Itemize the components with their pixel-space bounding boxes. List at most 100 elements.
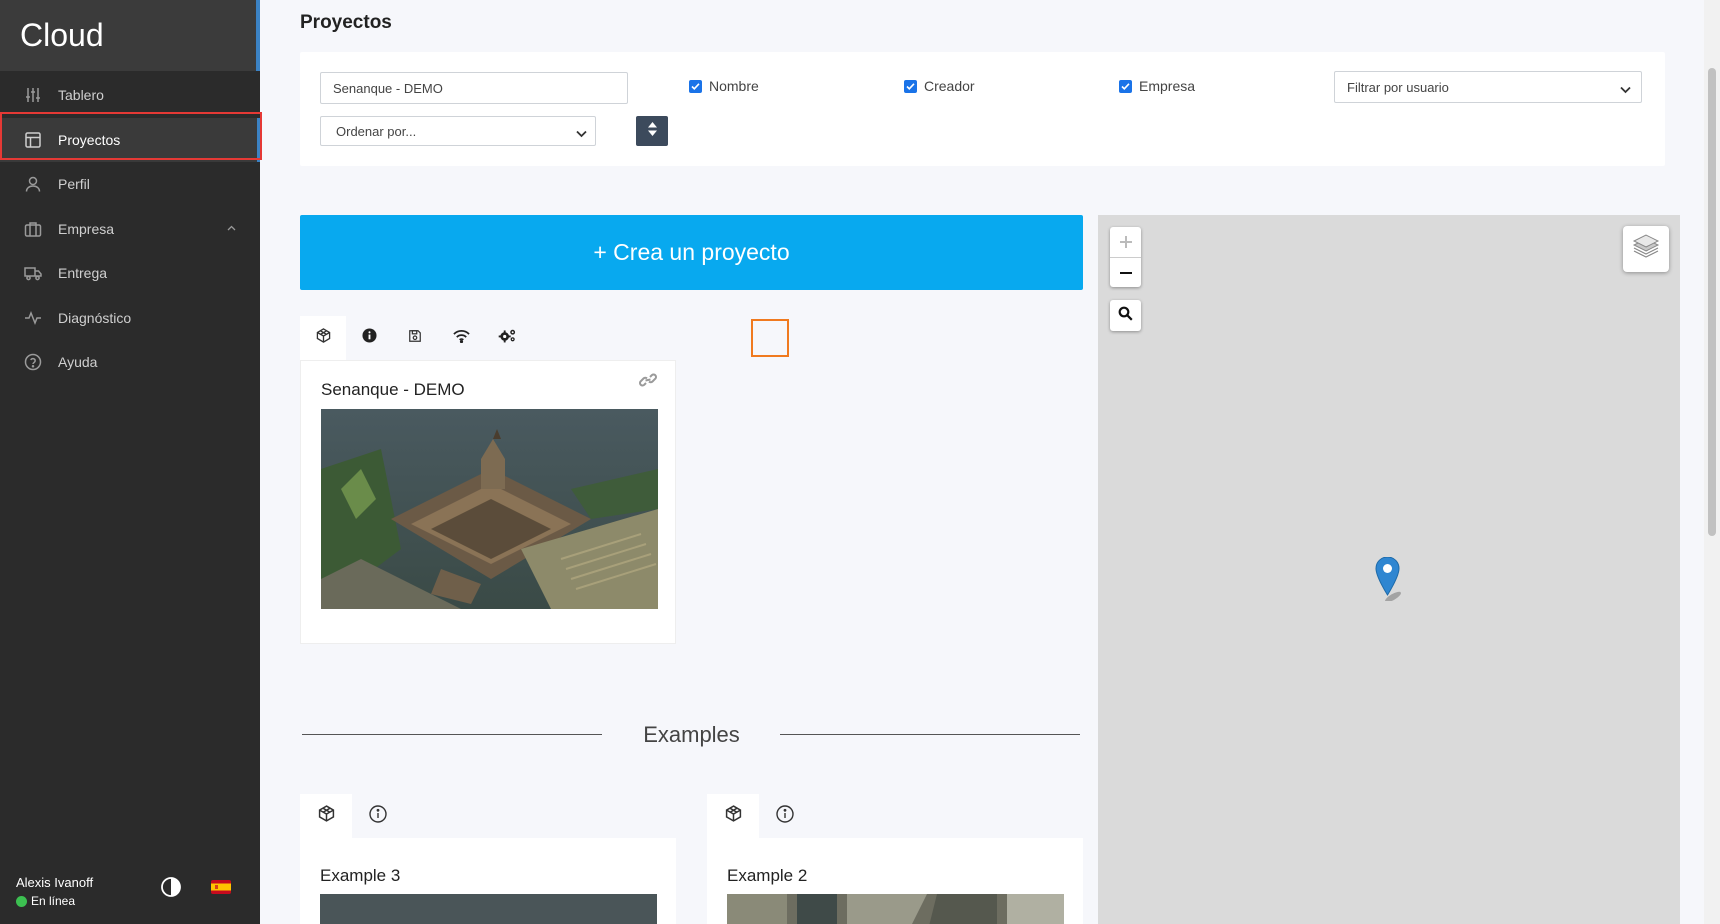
sort-select[interactable]: Ordenar por...	[320, 116, 596, 146]
sidebar-item-label: Tablero	[58, 87, 104, 103]
example-2-tabs	[707, 794, 811, 838]
tab-info[interactable]	[346, 316, 392, 360]
info-filled-icon	[361, 328, 377, 348]
user-status-label: En línea	[31, 894, 76, 908]
create-project-button[interactable]: + Crea un proyecto	[300, 215, 1083, 290]
checkbox-label: Nombre	[709, 78, 759, 94]
project-card[interactable]: Senanque - DEMO	[300, 360, 676, 644]
sidebar-item-perfil[interactable]: Perfil	[0, 162, 260, 206]
link-icon[interactable]	[639, 373, 657, 392]
tab-selection-highlight	[751, 319, 789, 357]
info-circle-icon	[369, 804, 387, 828]
sidebar-item-tablero[interactable]: Tablero	[0, 73, 260, 117]
search-icon	[1118, 306, 1133, 326]
contrast-toggle-icon[interactable]	[161, 877, 181, 897]
example-thumbnail[interactable]	[727, 894, 1064, 924]
checkbox-checked-icon	[1119, 79, 1132, 93]
online-dot-icon	[16, 895, 27, 907]
tab-3d-viewer[interactable]	[300, 794, 352, 838]
cube-icon	[318, 805, 335, 827]
sidebar-item-label: Ayuda	[58, 354, 98, 370]
examples-divider: Examples	[300, 722, 1083, 748]
map-marker-icon[interactable]	[1375, 556, 1409, 606]
scrollbar-thumb[interactable]	[1708, 68, 1716, 536]
main-content: Proyectos Nombre Creador Empresa Filtrar…	[260, 0, 1720, 924]
example-name: Example 3	[320, 866, 401, 885]
chevron-down-icon	[1620, 82, 1631, 97]
tab-settings[interactable]	[484, 316, 530, 360]
zoom-in-button[interactable]	[1110, 227, 1141, 257]
examples-title-text: Examples	[637, 722, 746, 747]
brand-title: Cloud	[20, 17, 104, 53]
layout-icon	[24, 131, 42, 149]
example-name: Example 2	[727, 866, 808, 885]
sort-select-value: Ordenar por...	[336, 123, 417, 139]
tab-3d-viewer[interactable]	[300, 316, 346, 360]
truck-icon	[24, 264, 42, 282]
sidebar-item-label: Proyectos	[58, 131, 121, 148]
sidebar-item-label: Perfil	[58, 176, 90, 192]
user-filter-select[interactable]: Filtrar por usuario	[1334, 71, 1642, 103]
project-name: Senanque - DEMO	[321, 380, 465, 399]
example-thumbnail[interactable]	[320, 894, 657, 924]
user-name: Alexis Ivanoff	[16, 875, 94, 890]
user-filter-value: Filtrar por usuario	[1347, 79, 1449, 95]
tab-info[interactable]	[352, 794, 404, 838]
sliders-icon	[24, 86, 42, 104]
tab-save[interactable]	[392, 316, 438, 360]
cube-icon	[316, 328, 331, 348]
cube-icon	[725, 805, 742, 827]
brand: Cloud	[0, 0, 260, 71]
tab-wifi[interactable]	[438, 316, 484, 360]
spain-flag-icon[interactable]	[211, 880, 231, 894]
sidebar-item-empresa[interactable]: Empresa	[0, 207, 260, 251]
sidebar: Cloud Tablero Proyectos Perfil Empresa E…	[0, 0, 262, 924]
briefcase-icon	[24, 220, 42, 238]
example-card[interactable]: Example 2	[707, 838, 1083, 924]
empresa-checkbox[interactable]: Empresa	[1119, 78, 1195, 94]
sidebar-item-label: Diagnóstico	[58, 309, 132, 326]
creador-checkbox[interactable]: Creador	[904, 78, 975, 94]
zoom-control	[1110, 227, 1141, 287]
checkbox-label: Empresa	[1139, 78, 1196, 94]
tab-3d-viewer[interactable]	[707, 794, 759, 838]
checkbox-checked-icon	[904, 79, 917, 93]
examples-title: Examples	[300, 722, 1083, 748]
page-title: Proyectos	[300, 12, 392, 33]
filter-card: Nombre Creador Empresa Filtrar por usuar…	[300, 52, 1665, 166]
sidebar-item-entrega[interactable]: Entrega	[0, 251, 260, 295]
sort-arrows-icon	[647, 121, 657, 141]
sidebar-item-label: Empresa	[58, 220, 115, 237]
chevron-down-icon	[576, 126, 587, 141]
sidebar-item-proyectos[interactable]: Proyectos	[0, 117, 260, 162]
map-panel[interactable]	[1098, 215, 1680, 924]
gears-icon	[498, 328, 517, 348]
checkbox-label: Creador	[924, 78, 975, 94]
zoom-out-button[interactable]	[1110, 257, 1141, 287]
user-status: En línea	[16, 894, 93, 908]
help-circle-icon	[24, 353, 42, 371]
tab-info[interactable]	[759, 794, 811, 838]
sort-direction-button[interactable]	[636, 116, 668, 146]
search-input[interactable]	[320, 72, 628, 104]
sidebar-item-diagnostico[interactable]: Diagnóstico	[0, 296, 260, 340]
map-layers-button[interactable]	[1623, 226, 1669, 272]
project-thumbnail[interactable]	[321, 409, 658, 609]
sidebar-item-ayuda[interactable]: Ayuda	[0, 340, 260, 384]
floppy-disk-icon	[408, 329, 422, 348]
project-tabs	[300, 316, 530, 360]
checkbox-checked-icon	[689, 79, 702, 93]
layers-icon	[1632, 233, 1660, 265]
example-card[interactable]: Example 3	[300, 838, 676, 924]
user-icon	[24, 175, 42, 193]
nombre-checkbox[interactable]: Nombre	[689, 78, 759, 94]
example-3-tabs	[300, 794, 404, 838]
chevron-up-icon	[227, 223, 236, 234]
page-scrollbar[interactable]	[1704, 0, 1720, 924]
sidebar-item-label: Entrega	[58, 265, 108, 281]
activity-icon	[24, 309, 42, 327]
sidebar-nav: Tablero Proyectos Perfil Empresa Entrega…	[0, 71, 260, 384]
map-search-button[interactable]	[1110, 300, 1141, 331]
user-block: Alexis Ivanoff En línea	[16, 875, 93, 908]
wifi-icon	[452, 329, 470, 348]
